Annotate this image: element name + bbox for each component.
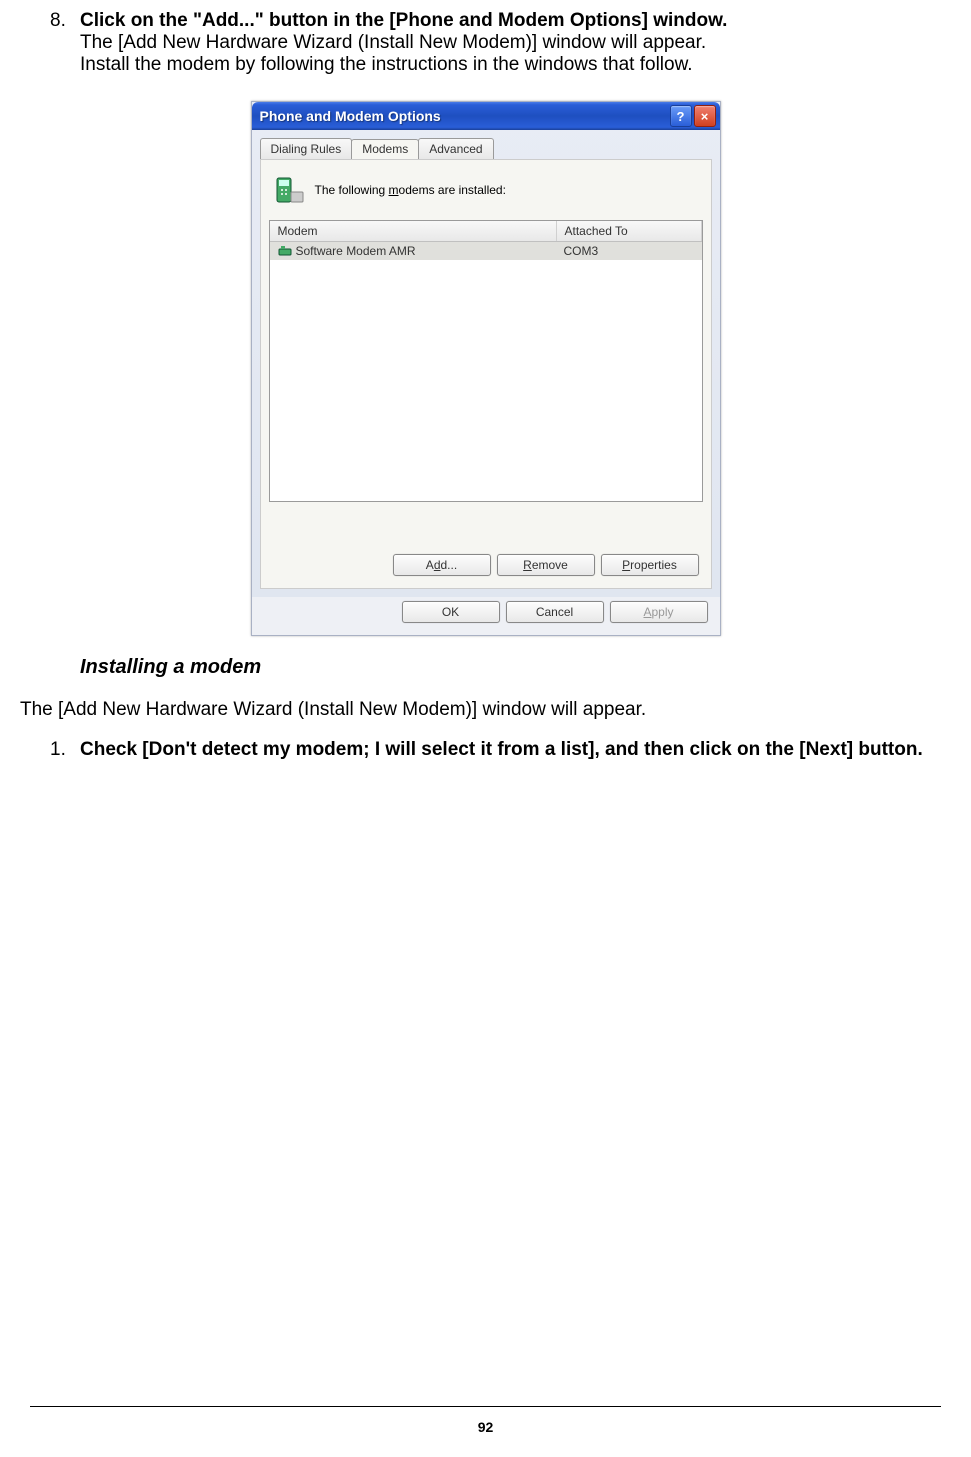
modem-icon [278, 244, 292, 258]
step-8-line2: The [Add New Hardware Wizard (Install Ne… [80, 32, 706, 53]
tab-panel-modems: The following modems are installed: Mode… [260, 159, 712, 589]
dialog-footer: OK Cancel Apply [252, 597, 720, 635]
list-header: Modem Attached To [270, 221, 702, 242]
tab-dialing-rules[interactable]: Dialing Rules [260, 138, 353, 159]
column-attached-to[interactable]: Attached To [557, 221, 702, 241]
phone-modem-icon [273, 174, 305, 206]
step-8-number: 8. [50, 10, 80, 76]
remove-button[interactable]: Remove [497, 554, 595, 576]
add-button[interactable]: Add... [393, 554, 491, 576]
list-item-port: COM3 [556, 242, 702, 260]
help-button[interactable]: ? [670, 105, 692, 127]
subheading-installing-modem: Installing a modem [80, 656, 971, 679]
paragraph-wizard-appear: The [Add New Hardware Wizard (Install Ne… [20, 699, 951, 721]
step-1-number: 1. [50, 739, 80, 761]
step-1: 1. Check [Don't detect my modem; I will … [50, 739, 951, 761]
column-modem[interactable]: Modem [270, 221, 557, 241]
list-item[interactable]: Software Modem AMR COM3 [270, 242, 702, 260]
action-buttons: Add... Remove Properties [393, 554, 699, 576]
step-8-line3: Install the modem by following the instr… [80, 54, 693, 75]
tab-modems[interactable]: Modems [351, 139, 419, 160]
apply-button[interactable]: Apply [610, 601, 708, 623]
step-8: 8. Click on the "Add..." button in the [… [50, 10, 951, 76]
info-row: The following modems are installed: [273, 174, 699, 206]
cancel-button[interactable]: Cancel [506, 601, 604, 623]
phone-modem-dialog: Phone and Modem Options ? × Dialing Rule… [251, 101, 721, 636]
step-1-text: Check [Don't detect my modem; I will sel… [80, 739, 951, 761]
modem-listview[interactable]: Modem Attached To Software Modem AMR COM… [269, 220, 703, 502]
titlebar[interactable]: Phone and Modem Options ? × [252, 102, 720, 130]
close-button[interactable]: × [694, 105, 716, 127]
info-text: The following modems are installed: [315, 183, 506, 197]
properties-button[interactable]: Properties [601, 554, 699, 576]
tab-advanced[interactable]: Advanced [418, 138, 493, 159]
step-8-bold: Click on the "Add..." button in the [Pho… [80, 10, 727, 31]
tab-bar: Dialing Rules Modems Advanced [260, 138, 720, 159]
ok-button[interactable]: OK [402, 601, 500, 623]
step-8-text: Click on the "Add..." button in the [Pho… [80, 10, 951, 76]
footer-divider [30, 1406, 941, 1407]
window-title: Phone and Modem Options [260, 108, 668, 124]
page-number: 92 [0, 1419, 971, 1435]
list-item-name: Software Modem AMR [270, 242, 556, 260]
